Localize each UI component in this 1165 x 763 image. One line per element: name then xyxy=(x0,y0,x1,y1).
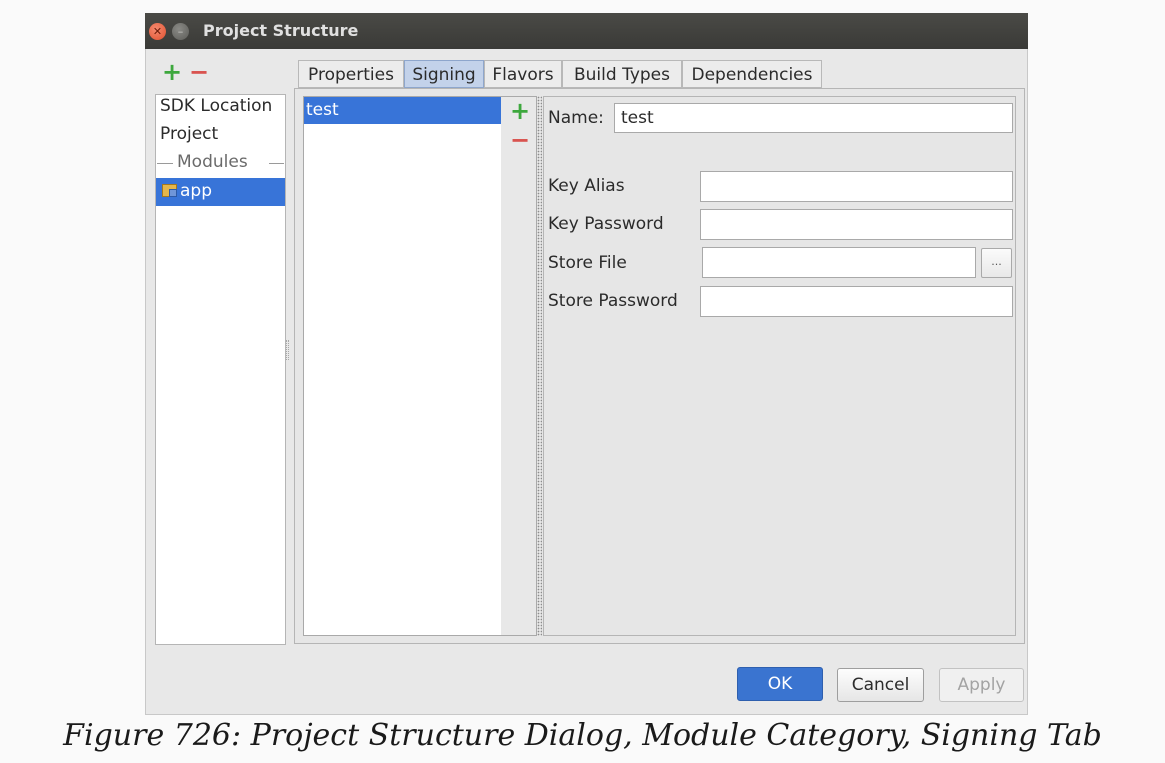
ok-button[interactable]: OK xyxy=(737,667,823,701)
signing-config-toolbar xyxy=(501,96,537,636)
key-alias-label: Key Alias xyxy=(548,176,625,196)
tab-properties[interactable]: Properties xyxy=(298,60,404,88)
key-password-field[interactable] xyxy=(700,209,1013,240)
remove-category-minus-icon[interactable]: − xyxy=(189,60,209,84)
browse-store-file-button[interactable]: ... xyxy=(981,248,1012,278)
tab-build-types[interactable]: Build Types xyxy=(562,60,682,88)
modules-section-header: Modules xyxy=(177,152,248,172)
window-title: Project Structure xyxy=(203,21,359,40)
close-icon[interactable]: ✕ xyxy=(149,23,166,40)
key-password-label: Key Password xyxy=(548,214,664,234)
category-item-sdk-location[interactable]: SDK Location xyxy=(160,96,272,116)
apply-button[interactable]: Apply xyxy=(939,668,1024,702)
key-alias-field[interactable] xyxy=(700,171,1013,202)
minimize-icon[interactable]: – xyxy=(172,23,189,40)
signing-config-item-label: test xyxy=(306,100,339,120)
figure-caption: Figure 726: Project Structure Dialog, Mo… xyxy=(63,718,1102,753)
store-file-field[interactable] xyxy=(702,247,976,278)
remove-signing-config-minus-icon[interactable]: − xyxy=(510,128,530,152)
category-item-project[interactable]: Project xyxy=(160,124,218,144)
modules-separator-right xyxy=(269,163,284,164)
tab-dependencies[interactable]: Dependencies xyxy=(682,60,822,88)
signing-config-list xyxy=(303,96,502,636)
add-category-plus-icon[interactable]: + xyxy=(162,60,182,84)
store-file-label: Store File xyxy=(548,253,627,273)
name-label: Name: xyxy=(548,108,604,128)
name-field[interactable]: test xyxy=(614,103,1013,133)
modules-separator-left xyxy=(157,163,173,164)
add-signing-config-plus-icon[interactable]: + xyxy=(510,99,530,123)
module-item-label: app xyxy=(180,181,212,201)
cancel-button[interactable]: Cancel xyxy=(837,668,924,702)
store-password-label: Store Password xyxy=(548,291,678,311)
tab-signing[interactable]: Signing xyxy=(404,60,484,88)
store-password-field[interactable] xyxy=(700,286,1013,317)
category-list xyxy=(155,94,286,645)
details-splitter-handle[interactable] xyxy=(537,96,542,636)
tab-flavors[interactable]: Flavors xyxy=(484,60,562,88)
module-folder-icon xyxy=(162,184,177,197)
splitter-handle[interactable] xyxy=(286,340,289,360)
